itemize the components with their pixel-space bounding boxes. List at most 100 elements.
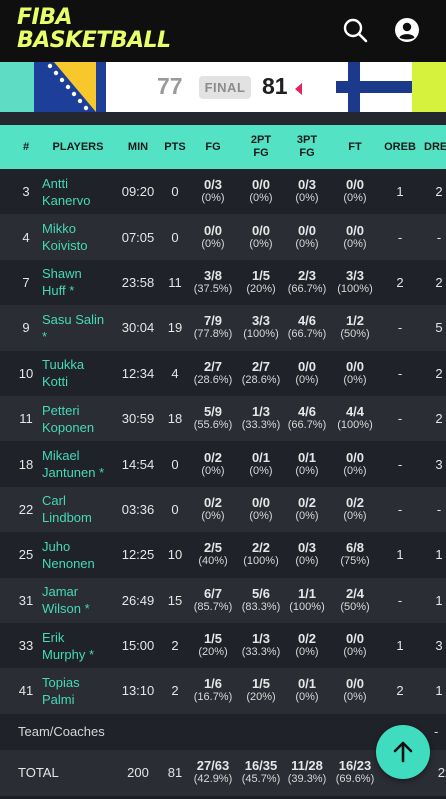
player-ft-made: 6/8 <box>345 540 365 556</box>
player-fg: 0/2 (0%) <box>190 487 236 532</box>
player-fg-made: 0/2 <box>203 449 223 465</box>
player-fg: 1/5 (20%) <box>190 623 236 668</box>
player-fg-pct: (55.6%) <box>193 419 233 432</box>
account-icon[interactable] <box>393 16 421 44</box>
player-first-name: Carl <box>42 493 66 509</box>
player-last-name: Wilson * <box>42 601 90 617</box>
player-pts: 0 <box>171 456 179 472</box>
player-fg-pct: (20%) <box>198 646 228 659</box>
player-ft: 0/0 (0%) <box>332 668 378 713</box>
player-ft: 0/0 (0%) <box>332 351 378 396</box>
player-fg: 3/8 (37.5%) <box>190 260 236 305</box>
scroll-to-top-button[interactable] <box>376 725 430 779</box>
fiba-logo[interactable]: FIBA BASKETBALL <box>17 6 171 52</box>
player-oreb: 1 <box>396 547 404 563</box>
player-ft: 6/8 (75%) <box>332 532 378 577</box>
player-pts: 18 <box>167 411 183 427</box>
player-name-link[interactable]: Shawn Huff * <box>42 260 114 305</box>
player-dreb: - <box>436 229 442 245</box>
total-fg: 27/63 (42.9%) <box>190 750 236 796</box>
search-icon[interactable] <box>341 16 369 44</box>
player-name-link[interactable]: Jamar Wilson * <box>42 578 114 623</box>
header-ft[interactable]: FT <box>332 125 378 169</box>
player-oreb: - <box>397 501 403 517</box>
player-last-name: Kanervo <box>42 192 91 208</box>
header-number[interactable]: # <box>10 125 42 169</box>
player-last-name: * <box>42 328 48 344</box>
player-2pt: 1/5 (20%) <box>238 260 284 305</box>
player-min: 23:58 <box>121 274 155 290</box>
player-ft-pct: (75%) <box>340 555 370 568</box>
player-name-link[interactable]: Mikko Koivisto <box>42 214 114 259</box>
player-name-link[interactable]: Carl Lindbom <box>42 487 114 532</box>
player-ft-pct: (50%) <box>340 328 370 341</box>
player-fg-made: 0/3 <box>203 177 223 193</box>
player-pts: 19 <box>167 320 183 336</box>
header-pts[interactable]: PTS <box>162 125 188 169</box>
player-2pt: 0/0 (0%) <box>238 169 284 214</box>
player-fg-pct: (0%) <box>201 192 225 205</box>
player-number: 3 <box>22 184 30 200</box>
total-2pt-made: 16/35 <box>244 758 278 774</box>
player-3pt-pct: (0%) <box>295 691 319 704</box>
player-last-name: Nenonen <box>42 555 95 571</box>
table-row: 10 Tuukka Kotti 12:34 4 2/7 (28.6%) 2/7 (28.6%) 0… <box>0 350 446 396</box>
game-status-badge: FINAL <box>199 76 251 99</box>
player-3pt: 1/1 (100%) <box>284 578 330 623</box>
player-first-name: Sasu Salin <box>42 311 105 327</box>
player-name-link[interactable]: Tuukka Kotti <box>42 351 114 396</box>
player-oreb: - <box>397 229 403 245</box>
header-min[interactable]: MIN <box>116 125 160 169</box>
player-3pt: 0/3 (0%) <box>284 532 330 577</box>
total-3pt: 11/28 (39.3%) <box>284 750 330 796</box>
header-players[interactable]: PLAYERS <box>42 125 114 169</box>
player-2pt-made: 2/7 <box>251 358 271 374</box>
player-name-link[interactable]: Juho Nenonen <box>42 532 114 577</box>
player-last-name: Kotti <box>42 374 69 390</box>
header-dreb[interactable]: DREB <box>424 125 446 169</box>
player-last-name: Lindbom <box>42 510 92 526</box>
player-last-name: Palmi <box>42 691 75 707</box>
total-min: 200 <box>127 765 149 781</box>
player-oreb: 1 <box>396 184 404 200</box>
player-2pt: 3/3 (100%) <box>238 305 284 350</box>
player-name-link[interactable]: Topias Palmi <box>42 668 114 713</box>
player-3pt-pct: (0%) <box>295 509 319 522</box>
table-row: 31 Jamar Wilson * 26:49 15 6/7 (85.7%) 5/6 (83.3… <box>0 577 446 623</box>
player-2pt: 0/0 (0%) <box>238 214 284 259</box>
player-3pt-pct: (100%) <box>289 600 325 613</box>
table-row: 33 Erik Murphy * 15:00 2 1/5 (20%) 1/3 (33.3%) 0/… <box>0 622 446 669</box>
header-fg[interactable]: FG <box>190 125 236 169</box>
player-2pt: 2/7 (28.6%) <box>238 351 284 396</box>
box-score-table: # PLAYERS MIN PTS FG 2PT FG 3PT FG FT OR… <box>0 125 446 796</box>
player-2pt-pct: (33.3%) <box>241 646 281 659</box>
total-label: TOTAL <box>18 765 59 781</box>
player-first-name: Juho <box>42 538 71 554</box>
player-3pt: 2/3 (66.7%) <box>284 260 330 305</box>
header-3pt-fg[interactable]: 3PT FG <box>284 125 330 169</box>
header-2pt-fg[interactable]: 2PT FG <box>238 125 284 169</box>
player-3pt: 0/0 (0%) <box>284 351 330 396</box>
scoreboard: 77 FINAL 81 <box>0 62 446 112</box>
player-3pt: 0/2 (0%) <box>284 623 330 668</box>
player-2pt-made: 2/2 <box>251 540 271 556</box>
player-name-link[interactable]: Sasu Salin * <box>42 305 114 350</box>
table-row: 25 Juho Nenonen 12:25 10 2/5 (40%) 2/2 (100%) 0/3… <box>0 532 446 578</box>
header-oreb[interactable]: OREB <box>382 125 418 169</box>
player-last-name: Koponen <box>42 419 95 435</box>
player-name-link[interactable]: Mikael Jantunen * <box>42 441 114 486</box>
player-name-link[interactable]: Erik Murphy * <box>42 623 114 668</box>
player-3pt-made: 0/0 <box>297 358 317 374</box>
player-ft: 0/0 (0%) <box>332 623 378 668</box>
player-ft-made: 0/0 <box>345 177 365 193</box>
player-name-link[interactable]: Petteri Koponen <box>42 396 114 441</box>
player-2pt: 1/3 (33.3%) <box>238 623 284 668</box>
player-3pt-made: 0/0 <box>297 222 317 238</box>
total-pts: 81 <box>167 765 183 781</box>
player-last-name: Murphy * <box>42 646 95 662</box>
player-min: 13:10 <box>121 683 155 699</box>
player-ft-made: 0/0 <box>345 449 365 465</box>
player-oreb: 1 <box>396 638 404 654</box>
player-name-link[interactable]: Antti Kanervo <box>42 169 114 214</box>
player-fg-pct: (16.7%) <box>193 691 233 704</box>
